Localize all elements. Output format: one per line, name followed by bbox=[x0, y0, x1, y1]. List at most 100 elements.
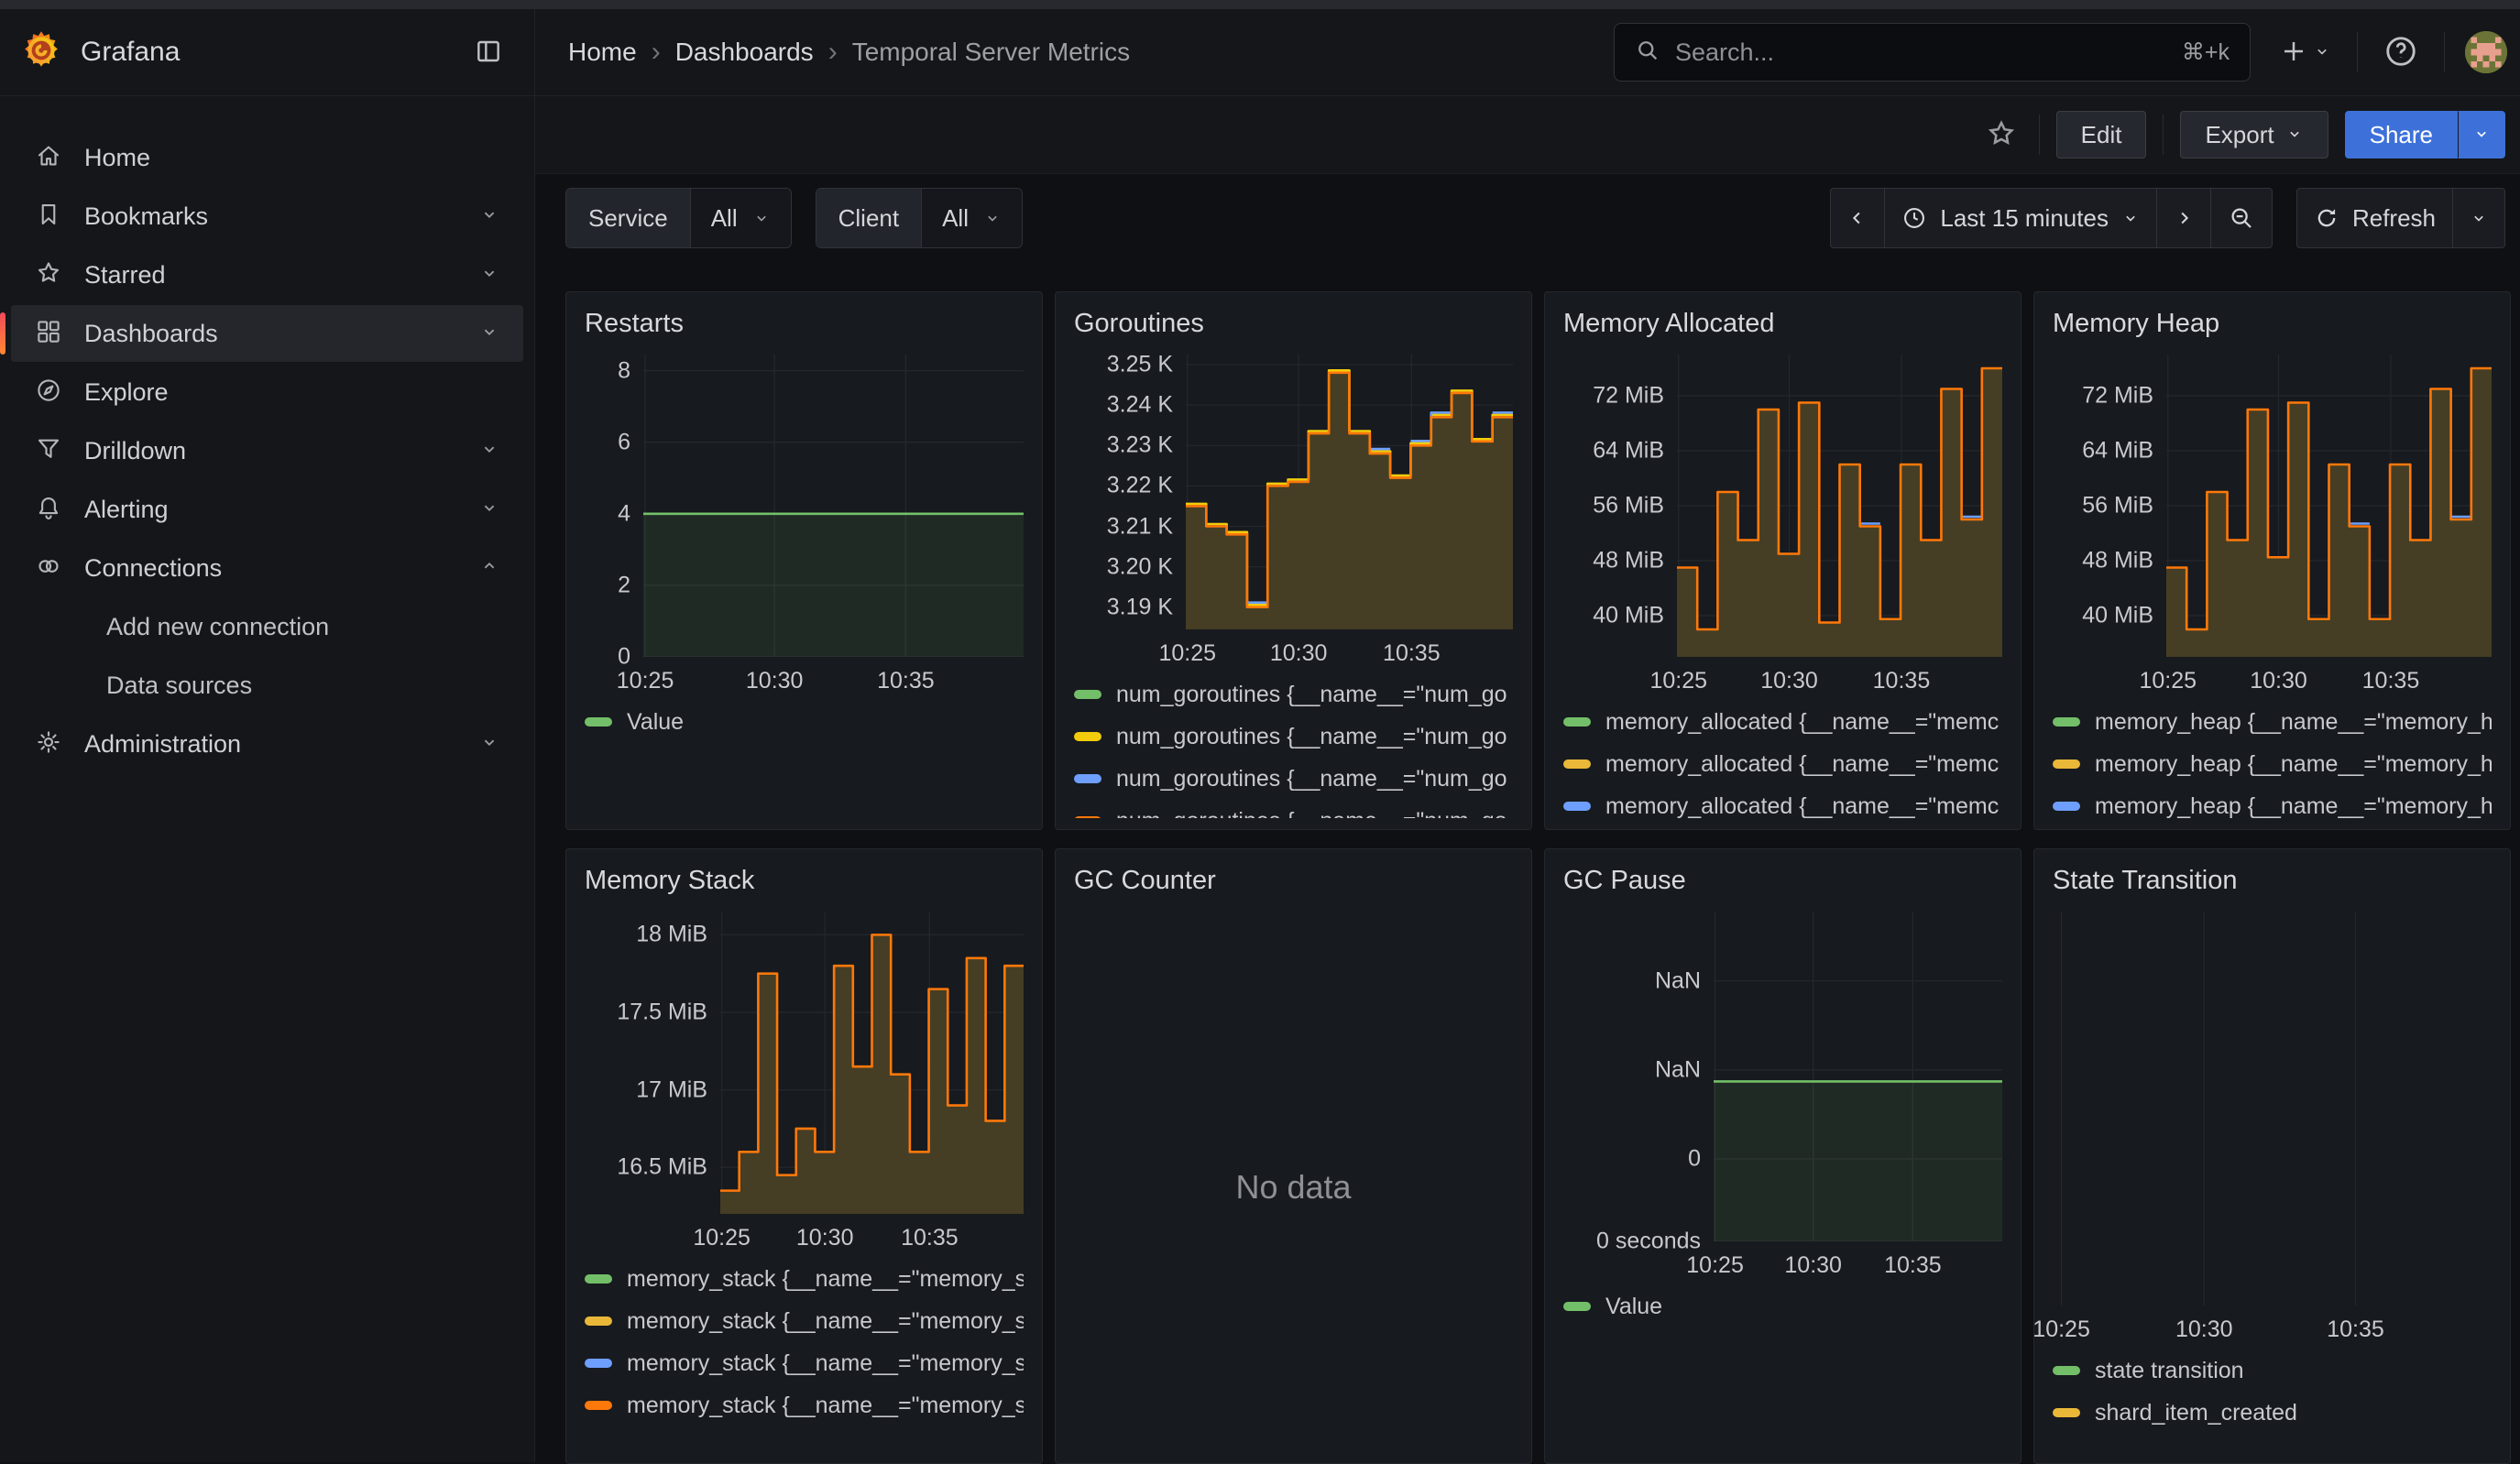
chart-svg[interactable] bbox=[2166, 355, 2492, 657]
breadcrumb-dashboards[interactable]: Dashboards bbox=[675, 38, 814, 67]
x-tick-label: 10:35 bbox=[1383, 640, 1441, 667]
sidebar-item-dashboards[interactable]: Dashboards bbox=[11, 305, 523, 362]
y-tick-label: 3.23 K bbox=[1107, 432, 1173, 459]
legend-item[interactable]: memory_allocated {__name__="memc bbox=[1563, 785, 2002, 827]
time-back-button[interactable] bbox=[1830, 188, 1884, 248]
legend: num_goroutines {__name__="num_gonum_goro… bbox=[1074, 673, 1513, 818]
variable-filters: Service All Client All bbox=[565, 188, 1023, 248]
export-button[interactable]: Export bbox=[2180, 111, 2328, 158]
service-filter-label: Service bbox=[566, 189, 691, 247]
legend-item[interactable]: num_goroutines {__name__="num_go bbox=[1074, 673, 1513, 716]
divider bbox=[2357, 32, 2358, 72]
legend-label: memory_stack {__name__="memory_s bbox=[627, 1393, 1024, 1419]
legend-item[interactable]: memory_heap {__name__="memory_h bbox=[2053, 743, 2492, 785]
edit-button[interactable]: Edit bbox=[2056, 111, 2147, 158]
panel-gc-counter: GC CounterNo data bbox=[1055, 848, 1532, 1464]
chart-svg[interactable] bbox=[1677, 355, 2002, 657]
sidebar-item-data-sources[interactable]: Data sources bbox=[11, 657, 523, 714]
legend-color-pill bbox=[1074, 732, 1101, 741]
chevron-down-icon[interactable] bbox=[479, 439, 499, 464]
zoom-out-button[interactable] bbox=[2210, 188, 2273, 248]
legend-item[interactable]: memory_stack {__name__="memory_s bbox=[585, 1300, 1024, 1342]
panel-title[interactable]: Memory Heap bbox=[2053, 307, 2492, 340]
sidebar-collapse-button[interactable] bbox=[468, 31, 509, 74]
y-tick-label: 3.21 K bbox=[1107, 513, 1173, 540]
legend-item[interactable]: memory_allocated {__name__="memc bbox=[1563, 701, 2002, 743]
panel-memory-allocated: Memory Allocated72 MiB64 MiB56 MiB48 MiB… bbox=[1544, 291, 2021, 830]
panel-title[interactable]: GC Pause bbox=[1563, 864, 2002, 897]
breadcrumb-home[interactable]: Home bbox=[568, 38, 637, 67]
chart-svg[interactable] bbox=[643, 355, 1024, 657]
legend-item[interactable]: memory_stack {__name__="memory_s bbox=[585, 1258, 1024, 1300]
chevron-down-icon[interactable] bbox=[479, 204, 499, 229]
sidebar-item-drilldown[interactable]: Drilldown bbox=[11, 422, 523, 479]
sidebar-item-connections[interactable]: Connections bbox=[11, 540, 523, 596]
legend-color-pill bbox=[1563, 802, 1591, 811]
sidebar-item-administration[interactable]: Administration bbox=[11, 716, 523, 772]
x-tick-label: 10:30 bbox=[2175, 1317, 2233, 1343]
client-filter-value[interactable]: All bbox=[922, 189, 1022, 247]
sidebar-item-starred[interactable]: Starred bbox=[11, 246, 523, 303]
panel-title[interactable]: GC Counter bbox=[1074, 864, 1513, 897]
search-input[interactable] bbox=[1675, 38, 2167, 67]
share-button[interactable]: Share bbox=[2345, 111, 2458, 158]
compass-icon bbox=[35, 377, 62, 409]
chart-svg[interactable] bbox=[720, 912, 1024, 1214]
panel-title[interactable]: State Transition bbox=[2053, 864, 2492, 897]
chevron-down-icon[interactable] bbox=[479, 497, 499, 522]
chart-svg[interactable] bbox=[2053, 912, 2492, 1306]
legend-item[interactable]: Value bbox=[585, 701, 1024, 743]
y-tick-label: 3.19 K bbox=[1107, 594, 1173, 620]
legend-item[interactable]: num_goroutines {__name__="num_go bbox=[1074, 716, 1513, 758]
favorite-button[interactable] bbox=[1980, 113, 2022, 158]
help-button[interactable] bbox=[2378, 28, 2424, 77]
y-tick-label: 3.24 K bbox=[1107, 392, 1173, 419]
y-tick-label: 56 MiB bbox=[1593, 493, 1664, 519]
time-range-picker[interactable]: Last 15 minutes bbox=[1884, 188, 2156, 248]
panel-title[interactable]: Memory Stack bbox=[585, 864, 1024, 897]
chevron-down-icon[interactable] bbox=[479, 322, 499, 346]
x-tick-label: 10:35 bbox=[901, 1225, 959, 1251]
add-button[interactable] bbox=[2274, 32, 2337, 73]
service-filter-value[interactable]: All bbox=[691, 189, 791, 247]
legend-item[interactable]: state transition bbox=[2053, 1349, 2492, 1392]
chevron-down-icon[interactable] bbox=[479, 732, 499, 757]
y-tick-label: 2 bbox=[618, 572, 630, 598]
chevron-down-icon[interactable] bbox=[479, 263, 499, 288]
legend-item[interactable]: memory_heap {__name__="memory_h bbox=[2053, 827, 2492, 830]
legend-item[interactable]: memory_allocated {__name__="memc bbox=[1563, 827, 2002, 830]
search-box[interactable]: ⌘+k bbox=[1614, 23, 2251, 82]
chevron-up-icon[interactable] bbox=[479, 556, 499, 581]
share-menu-button[interactable] bbox=[2458, 111, 2505, 158]
sidebar-item-bookmarks[interactable]: Bookmarks bbox=[11, 188, 523, 245]
chart: NaNNaN00 seconds bbox=[1563, 912, 2002, 1241]
panel-title[interactable]: Memory Allocated bbox=[1563, 307, 2002, 340]
panel-title[interactable]: Restarts bbox=[585, 307, 1024, 340]
legend-item[interactable]: shard_item_created bbox=[2053, 1392, 2492, 1434]
chart bbox=[2053, 912, 2492, 1306]
search-icon bbox=[1635, 38, 1660, 68]
legend-item[interactable]: memory_stack {__name__="memory_s bbox=[585, 1384, 1024, 1426]
plot-area bbox=[2053, 912, 2492, 1306]
refresh-interval-button[interactable] bbox=[2452, 188, 2505, 248]
time-forward-button[interactable] bbox=[2156, 188, 2210, 248]
legend-item[interactable]: num_goroutines {__name__="num_go bbox=[1074, 758, 1513, 800]
sidebar-item-add-new-connection[interactable]: Add new connection bbox=[11, 598, 523, 655]
legend-item[interactable]: memory_stack {__name__="memory_s bbox=[585, 1342, 1024, 1384]
breadcrumb-separator: › bbox=[652, 37, 661, 68]
y-tick-label: 72 MiB bbox=[2082, 383, 2153, 410]
legend-item[interactable]: Value bbox=[1563, 1285, 2002, 1327]
chart-svg[interactable] bbox=[1714, 912, 2002, 1241]
sidebar-item-explore[interactable]: Explore bbox=[11, 364, 523, 421]
legend-item[interactable]: memory_allocated {__name__="memc bbox=[1563, 743, 2002, 785]
user-avatar[interactable] bbox=[2465, 31, 2507, 73]
panel-title[interactable]: Goroutines bbox=[1074, 307, 1513, 340]
legend-item[interactable]: memory_heap {__name__="memory_h bbox=[2053, 701, 2492, 743]
legend-item[interactable]: memory_heap {__name__="memory_h bbox=[2053, 785, 2492, 827]
refresh-button[interactable]: Refresh bbox=[2296, 188, 2452, 248]
chart-svg[interactable] bbox=[1186, 355, 1513, 629]
legend-item[interactable]: num_goroutines {__name__="num_go bbox=[1074, 800, 1513, 818]
sidebar-item-alerting[interactable]: Alerting bbox=[11, 481, 523, 538]
sidebar-item-home[interactable]: Home bbox=[11, 129, 523, 186]
plot-area bbox=[1714, 912, 2002, 1241]
